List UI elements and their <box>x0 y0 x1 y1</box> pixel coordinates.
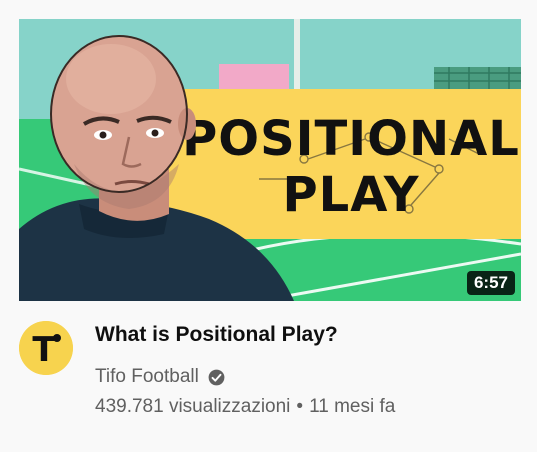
tifo-logo-icon: T <box>19 321 73 375</box>
video-duration: 6:57 <box>466 271 515 295</box>
view-count: 439.781 visualizzazioni <box>95 396 291 417</box>
video-card[interactable]: POSITIONAL PLAY 6:57 T What is Positiona… <box>0 0 537 452</box>
video-meta: 439.781 visualizzazioni • 11 mesi fa <box>95 394 395 420</box>
thumbnail-headline-line1: POSITIONAL <box>182 111 520 167</box>
thumbnail-headline-line2: PLAY <box>282 167 419 223</box>
video-thumbnail[interactable]: POSITIONAL PLAY 6:57 <box>19 19 521 301</box>
channel-row: Tifo Football <box>95 364 226 390</box>
thumbnail-illustration: POSITIONAL PLAY <box>19 19 521 301</box>
avatar-letter: T <box>32 330 56 370</box>
channel-avatar[interactable]: T <box>19 321 73 375</box>
upload-age: 11 mesi fa <box>309 396 396 417</box>
meta-separator: • <box>296 396 304 417</box>
channel-name[interactable]: Tifo Football <box>95 364 199 390</box>
verified-check-icon <box>207 368 226 387</box>
video-title[interactable]: What is Positional Play? <box>95 321 515 349</box>
